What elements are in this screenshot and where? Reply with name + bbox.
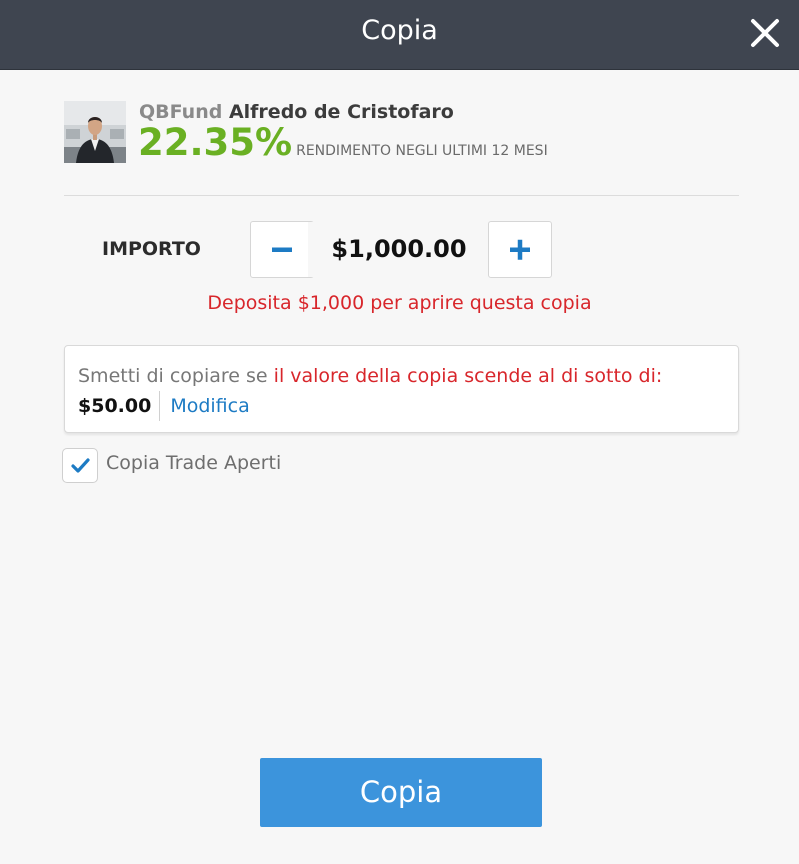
- increase-amount-button[interactable]: [488, 221, 552, 278]
- trader-name[interactable]: Alfredo de Cristofaro: [229, 101, 454, 123]
- plus-icon: [510, 239, 530, 260]
- decrease-amount-button[interactable]: [250, 221, 314, 278]
- stop-loss-condition: il valore della copia scende al di sotto…: [273, 365, 663, 387]
- minus-icon: [272, 247, 292, 252]
- stop-loss-separator: [159, 391, 161, 421]
- return-label: RENDIMENTO NEGLI ULTIMI 12 MESI: [296, 143, 548, 159]
- edit-stop-loss-link[interactable]: Modifica: [170, 395, 249, 417]
- amount-label: IMPORTO: [102, 238, 201, 260]
- amount-input[interactable]: $1,000.00: [308, 222, 490, 277]
- copy-open-trades-label[interactable]: Copia Trade Aperti: [106, 452, 281, 474]
- amount-stepper: $1,000.00: [250, 221, 552, 278]
- trader-avatar: [64, 101, 126, 163]
- copy-open-trades-checkbox[interactable]: [62, 448, 98, 483]
- close-icon: [751, 19, 779, 47]
- stop-loss-box: Smetti di copiare se il valore della cop…: [64, 345, 739, 433]
- copy-submit-button[interactable]: Copia: [260, 758, 542, 827]
- trader-group: QBFund: [139, 101, 223, 123]
- deposit-message: Deposita $1,000 per aprire questa copia: [207, 292, 592, 314]
- dialog-title: Copia: [361, 15, 438, 46]
- return-value: 22.35%: [138, 121, 293, 164]
- dialog-header: Copia: [0, 0, 799, 70]
- stop-loss-amount: $50.00: [78, 395, 152, 417]
- trader-name-line: QBFund Alfredo de Cristofaro: [139, 101, 454, 123]
- checkmark-icon: [71, 458, 90, 473]
- return-line: 22.35% RENDIMENTO NEGLI ULTIMI 12 MESI: [138, 121, 548, 164]
- stop-loss-prefix: Smetti di copiare se: [78, 365, 274, 387]
- divider: [64, 195, 739, 196]
- close-button[interactable]: [748, 16, 782, 50]
